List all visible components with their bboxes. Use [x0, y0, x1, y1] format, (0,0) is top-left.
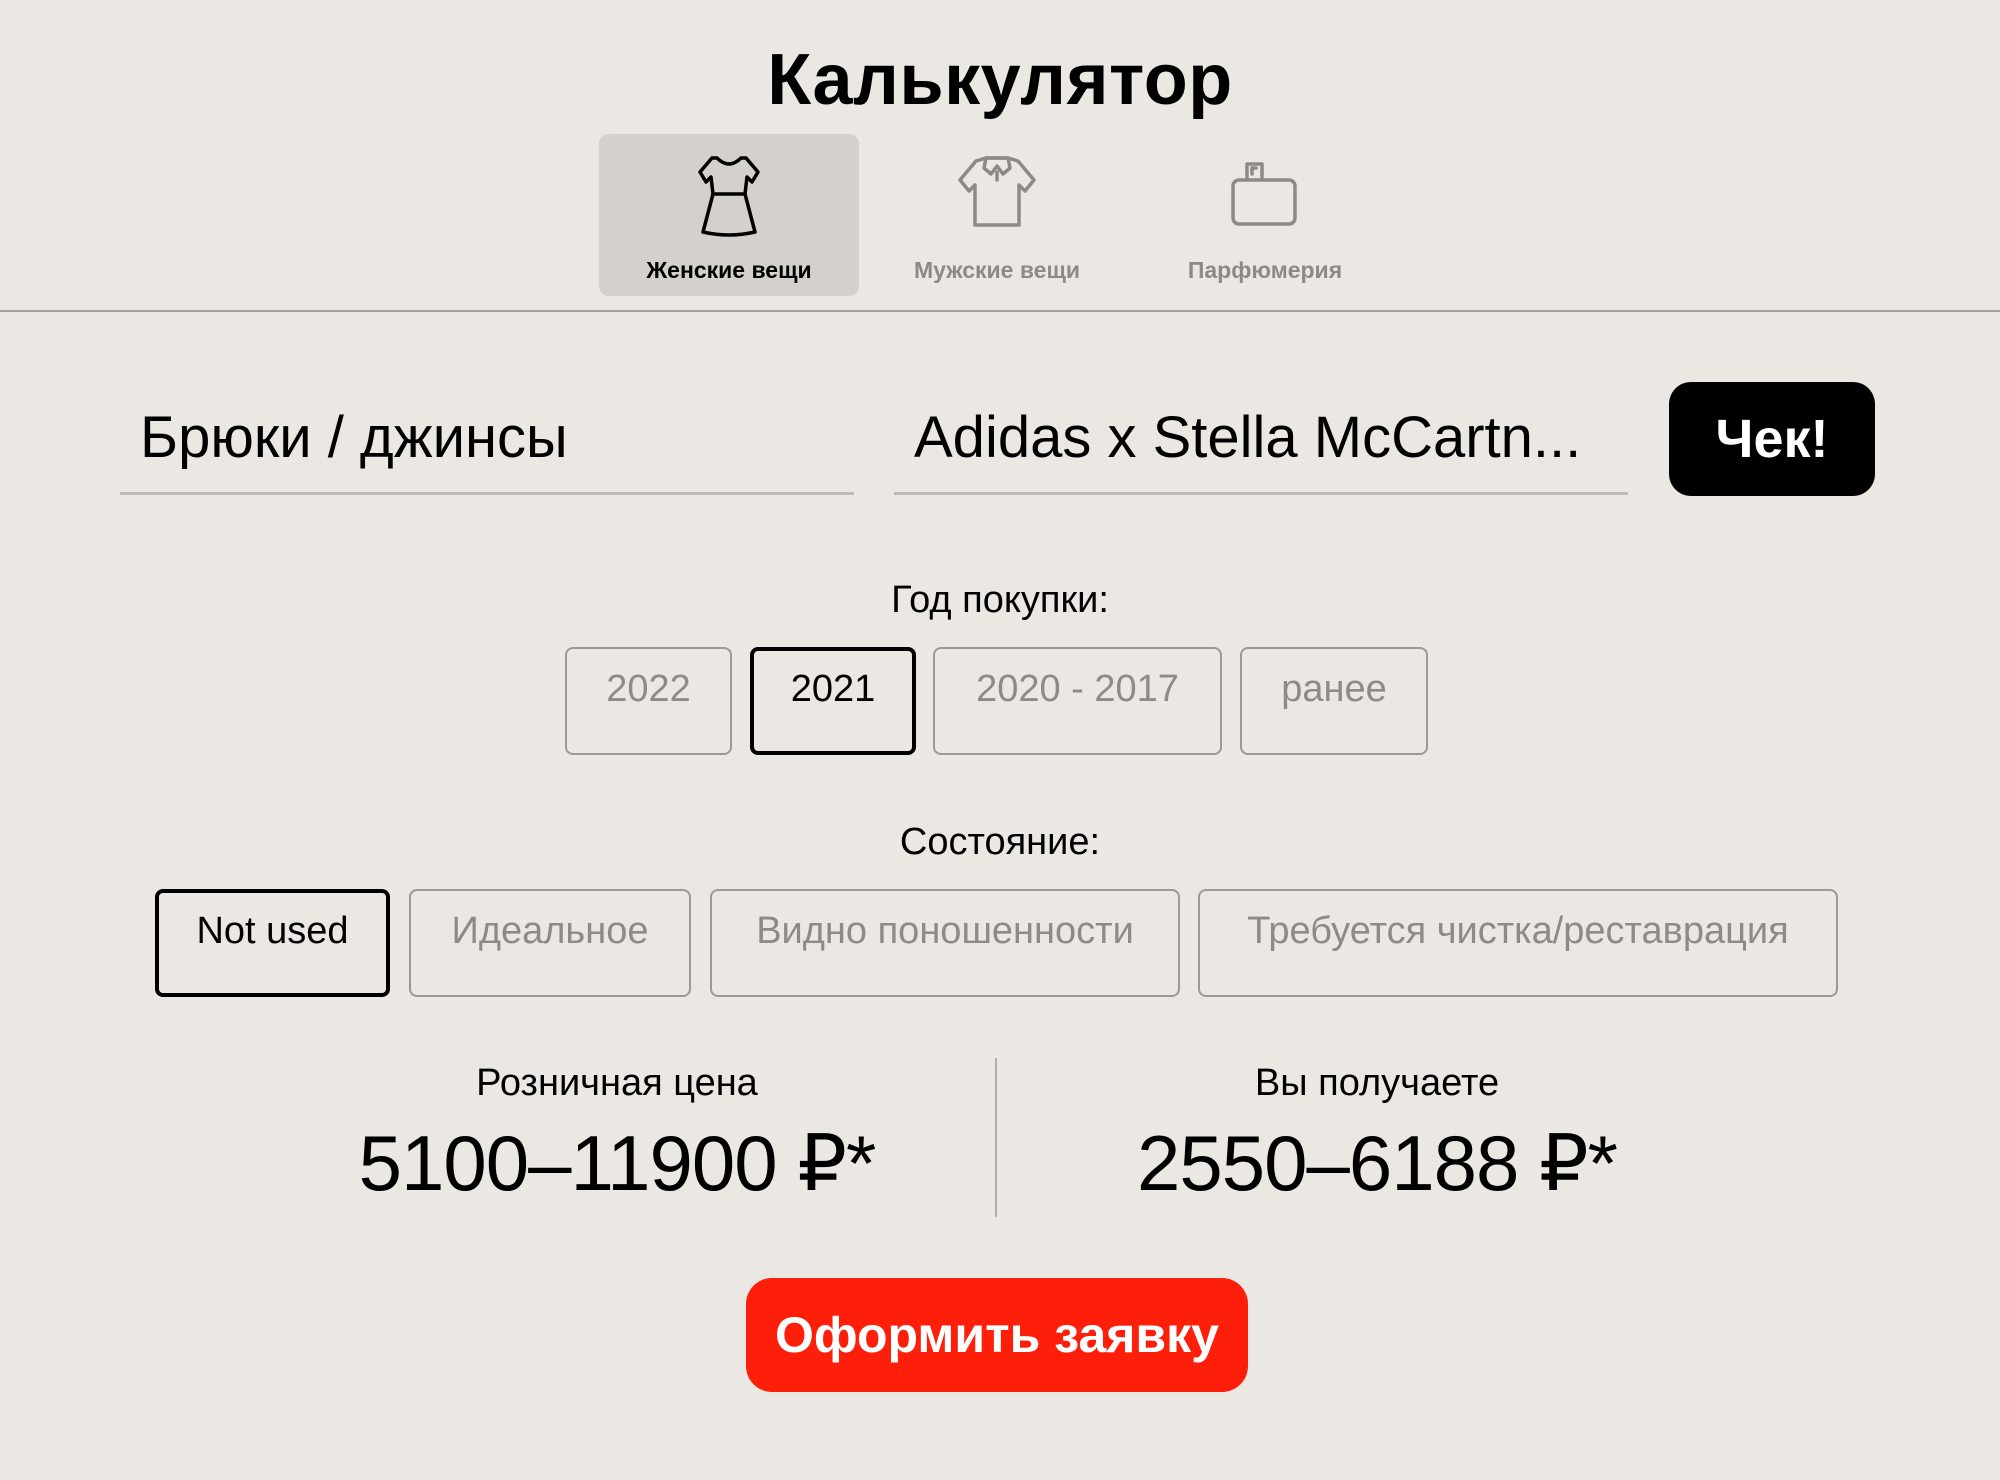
condition-option-ideal[interactable]: Идеальное — [409, 889, 691, 997]
year-option-earlier[interactable]: ранее — [1240, 647, 1428, 755]
retail-price-value: 5100–11900 ₽* — [358, 1119, 877, 1207]
category-input[interactable]: Брюки / джинсы — [120, 395, 854, 495]
condition-option-needs-cleaning[interactable]: Требуется чистка/реставрация — [1198, 889, 1838, 997]
payout-label: Вы получаете — [1254, 1062, 1500, 1104]
tab-mens[interactable]: Мужские вещи — [867, 134, 1127, 296]
page-title: Калькулятор — [767, 40, 1233, 120]
perfume-bottle-icon — [1231, 162, 1297, 226]
dress-icon — [698, 156, 760, 237]
condition-option-worn[interactable]: Видно поношенности — [710, 889, 1180, 997]
tab-label: Парфюмерия — [1187, 257, 1343, 283]
tab-womens[interactable]: Женские вещи — [599, 134, 859, 296]
year-option-2022[interactable]: 2022 — [565, 647, 732, 755]
condition-option-not-used[interactable]: Not used — [155, 889, 390, 997]
brand-input[interactable]: Adidas x Stella McCartn... — [894, 395, 1628, 495]
purchase-year-label: Год покупки: — [891, 579, 1109, 621]
condition-label: Состояние: — [899, 821, 1101, 863]
submit-request-button[interactable]: Оформить заявку — [746, 1278, 1248, 1392]
check-button[interactable]: Чек! — [1669, 382, 1875, 496]
tab-perfume[interactable]: Парфюмерия — [1135, 134, 1395, 296]
header-divider — [0, 310, 2000, 312]
year-option-2021[interactable]: 2021 — [750, 647, 916, 755]
polo-shirt-icon — [958, 156, 1036, 227]
year-option-2020-2017[interactable]: 2020 - 2017 — [933, 647, 1222, 755]
tab-label: Мужские вещи — [913, 257, 1081, 283]
retail-price-label: Розничная цена — [476, 1062, 758, 1104]
payout-value: 2550–6188 ₽* — [1136, 1119, 1618, 1207]
tab-label: Женские вещи — [646, 257, 812, 283]
